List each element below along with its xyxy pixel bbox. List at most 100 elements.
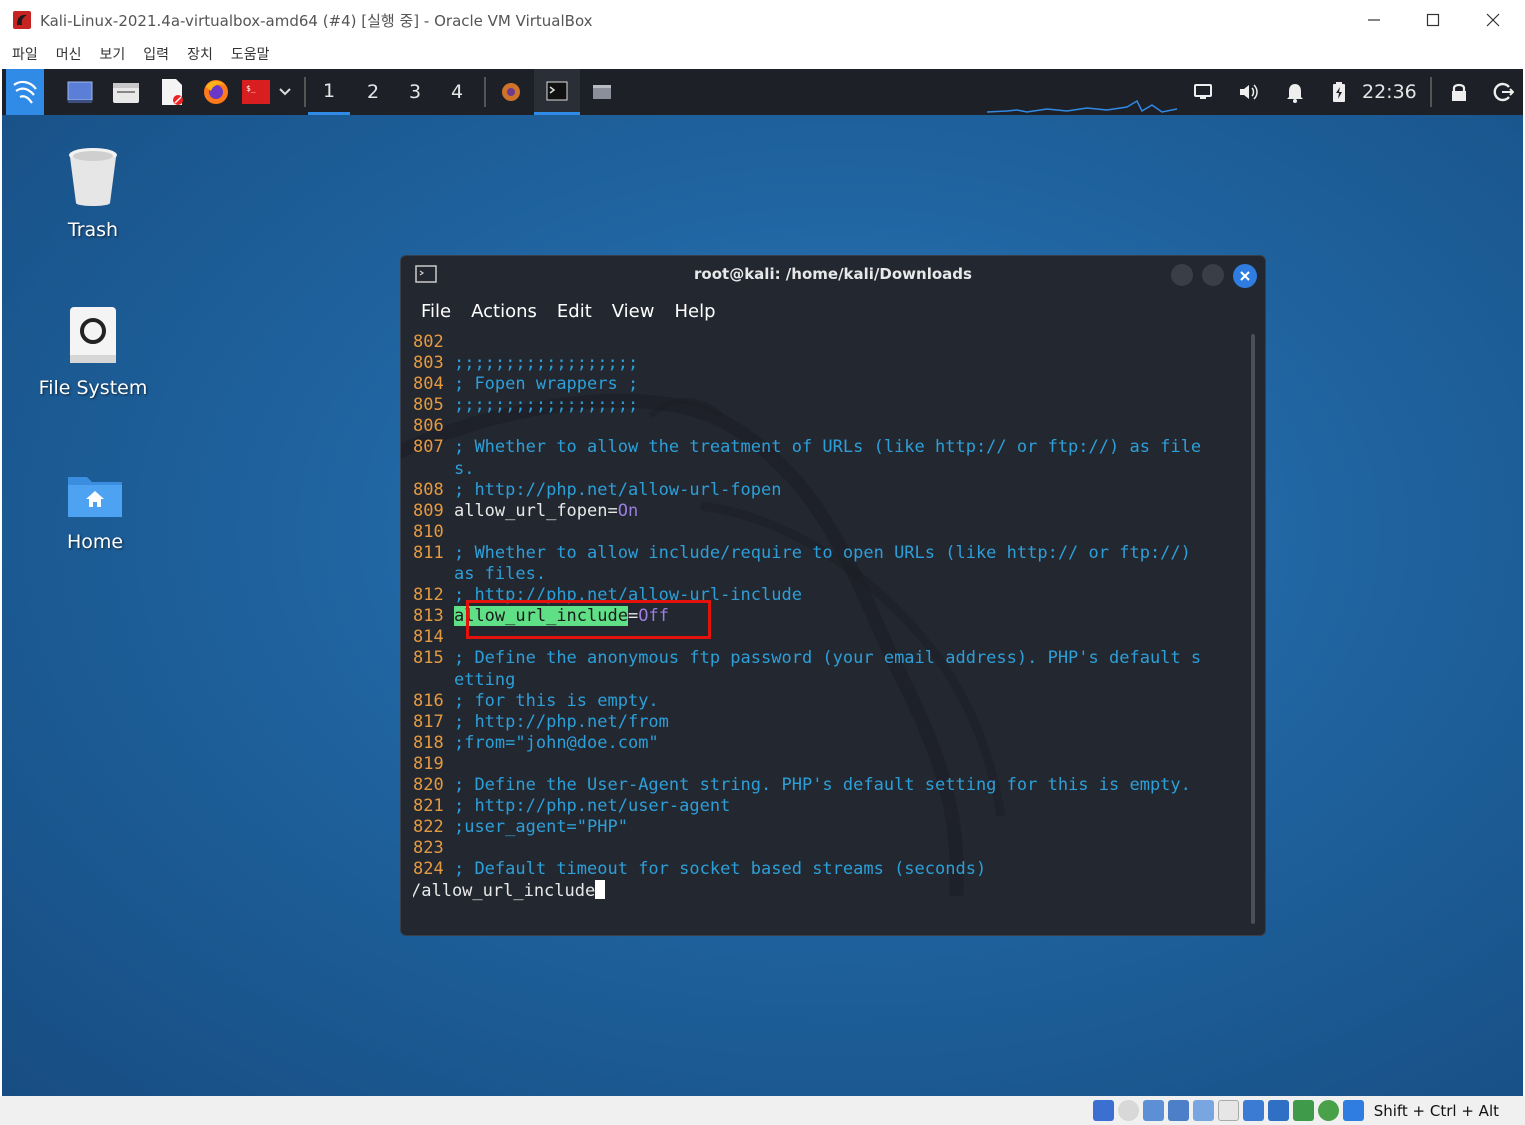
panel-separator	[1430, 77, 1432, 107]
show-desktop-icon[interactable]	[60, 69, 100, 115]
terminal-line: 821 ; http://php.net/user-agent	[413, 796, 1247, 817]
terminal-emulator-icon[interactable]: $_	[238, 69, 274, 115]
line-number: 810	[413, 521, 444, 542]
line-number: 819	[413, 753, 444, 774]
terminal-menu-edit[interactable]: Edit	[557, 301, 592, 322]
display-status-icon[interactable]	[1242, 1100, 1264, 1121]
terminal-title: root@kali: /home/kali/Downloads	[401, 256, 1265, 292]
config-value: On	[617, 500, 639, 521]
terminal-line: 820 ; Define the User-Agent string. PHP'…	[413, 775, 1247, 796]
line-number: 822	[413, 817, 444, 838]
logout-icon[interactable]	[1486, 69, 1520, 115]
recording-icon[interactable]	[1267, 1100, 1289, 1121]
terminal-scrollbar[interactable]	[1251, 334, 1255, 924]
desktop-icon-file-system[interactable]: File System	[18, 305, 168, 399]
line-number: 807	[413, 437, 444, 458]
menu-help[interactable]: 도움말	[231, 44, 270, 64]
optical-drive-icon[interactable]	[1117, 1100, 1139, 1121]
battery-power-icon[interactable]	[1324, 69, 1354, 115]
workspace-4[interactable]: 4	[436, 69, 478, 115]
terminal-minimize-button[interactable]	[1171, 264, 1193, 286]
terminal-menu-file[interactable]: File	[421, 301, 451, 322]
terminal-close-button[interactable]	[1233, 264, 1257, 288]
line-text: ; Fopen wrappers ;	[453, 374, 639, 395]
terminal-line: 822 ;user_agent="PHP"	[413, 817, 1247, 838]
home-folder-icon	[68, 477, 122, 517]
workspace-1[interactable]: 1	[308, 69, 350, 115]
workspace-2[interactable]: 2	[352, 69, 394, 115]
menu-input[interactable]: 입력	[143, 44, 169, 64]
display-icon[interactable]	[1186, 69, 1220, 115]
keyboard-capture-icon[interactable]	[1342, 1100, 1364, 1121]
panel-separator	[304, 77, 306, 107]
vbox-menubar: 파일 머신 보기 입력 장치 도움말	[0, 40, 1525, 68]
line-text: etting	[453, 669, 516, 690]
mouse-integration-icon[interactable]	[1317, 1100, 1339, 1121]
search-prompt-line[interactable]: /allow_url_include	[413, 880, 1247, 901]
vbox-titlebar: Kali-Linux-2021.4a-virtualbox-amd64 (#4)…	[0, 0, 1525, 40]
file-manager-icon[interactable]	[106, 69, 146, 115]
notification-bell-icon[interactable]	[1278, 69, 1312, 115]
shared-folders-icon[interactable]	[1217, 1100, 1239, 1121]
terminal-line: 807 ; Whether to allow the treatment of …	[413, 437, 1247, 458]
chevron-down-icon[interactable]	[274, 69, 296, 115]
desktop-icon-label: Trash	[67, 219, 119, 241]
terminal-menu-view[interactable]: View	[612, 301, 655, 322]
lock-screen-icon[interactable]	[1442, 69, 1476, 115]
menu-file[interactable]: 파일	[12, 44, 38, 64]
terminal-menu-help[interactable]: Help	[674, 301, 715, 322]
terminal-line: 818 ;from="john@doe.com"	[413, 733, 1247, 754]
terminal-menubar: File Actions Edit View Help	[401, 294, 716, 328]
text-editor-icon[interactable]	[152, 69, 192, 115]
terminal-line: 809 allow_url_fopen=On	[413, 501, 1247, 522]
terminal-line: 815 ; Define the anonymous ftp password …	[413, 648, 1247, 669]
volume-icon[interactable]	[1232, 69, 1266, 115]
window-task-icon[interactable]	[582, 69, 622, 115]
audio-icon[interactable]	[1142, 1100, 1164, 1121]
terminal-line: 816 ; for this is empty.	[413, 691, 1247, 712]
clock[interactable]: 22:36	[1362, 69, 1417, 115]
terminal-line: 810	[413, 522, 1247, 543]
desktop-icon-trash[interactable]: Trash	[18, 145, 168, 241]
menu-view[interactable]: 보기	[100, 44, 126, 64]
line-number: 809	[413, 500, 444, 521]
terminal-line: 824 ; Default timeout for socket based s…	[413, 859, 1247, 880]
kali-menu-icon[interactable]	[6, 69, 44, 115]
highlight-annotation-box	[466, 600, 711, 639]
terminal-app-icon	[415, 265, 437, 287]
terminal-task-icon[interactable]	[534, 69, 580, 115]
line-text: s.	[453, 458, 475, 479]
terminal-menu-actions[interactable]: Actions	[471, 301, 537, 322]
close-button[interactable]	[1464, 0, 1522, 40]
line-text: ;from="john@doe.com"	[453, 732, 659, 753]
network-icon[interactable]	[1167, 1100, 1189, 1121]
line-number: 814	[413, 627, 444, 648]
firefox-icon[interactable]	[196, 69, 236, 115]
desktop-icon-home[interactable]: Home	[20, 471, 170, 553]
terminal-line: 803 ;;;;;;;;;;;;;;;;;;	[413, 353, 1247, 374]
drive-icon	[70, 307, 116, 363]
line-number: 816	[413, 690, 444, 711]
line-number: 803	[413, 353, 444, 374]
cpu-activity-icon[interactable]	[1292, 1100, 1314, 1121]
workspace-3[interactable]: 3	[394, 69, 436, 115]
search-prompt[interactable]: /allow_url_include	[413, 881, 595, 901]
usb-icon[interactable]	[1192, 1100, 1214, 1121]
line-number: 805	[413, 395, 444, 416]
line-number: 823	[413, 838, 444, 859]
line-number: 820	[413, 774, 444, 795]
terminal-maximize-button[interactable]	[1202, 264, 1224, 286]
hard-disk-icon[interactable]	[1092, 1100, 1114, 1121]
line-number: 815	[413, 648, 444, 669]
desktop-icon-label: Home	[66, 531, 124, 553]
line-text: ; for this is empty.	[453, 690, 659, 711]
burp-task-icon[interactable]	[490, 69, 532, 115]
menu-devices[interactable]: 장치	[187, 44, 213, 64]
maximize-button[interactable]	[1404, 0, 1462, 40]
terminal-window[interactable]: root@kali: /home/kali/Downloads File Act…	[400, 255, 1266, 936]
guest-screen[interactable]: $_ 1 2 3 4 22:36 Trash File System Home …	[2, 69, 1523, 1096]
line-number: 817	[413, 711, 444, 732]
terminal-line: as files.	[413, 564, 1247, 585]
menu-machine[interactable]: 머신	[56, 44, 82, 64]
minimize-button[interactable]	[1345, 0, 1403, 40]
